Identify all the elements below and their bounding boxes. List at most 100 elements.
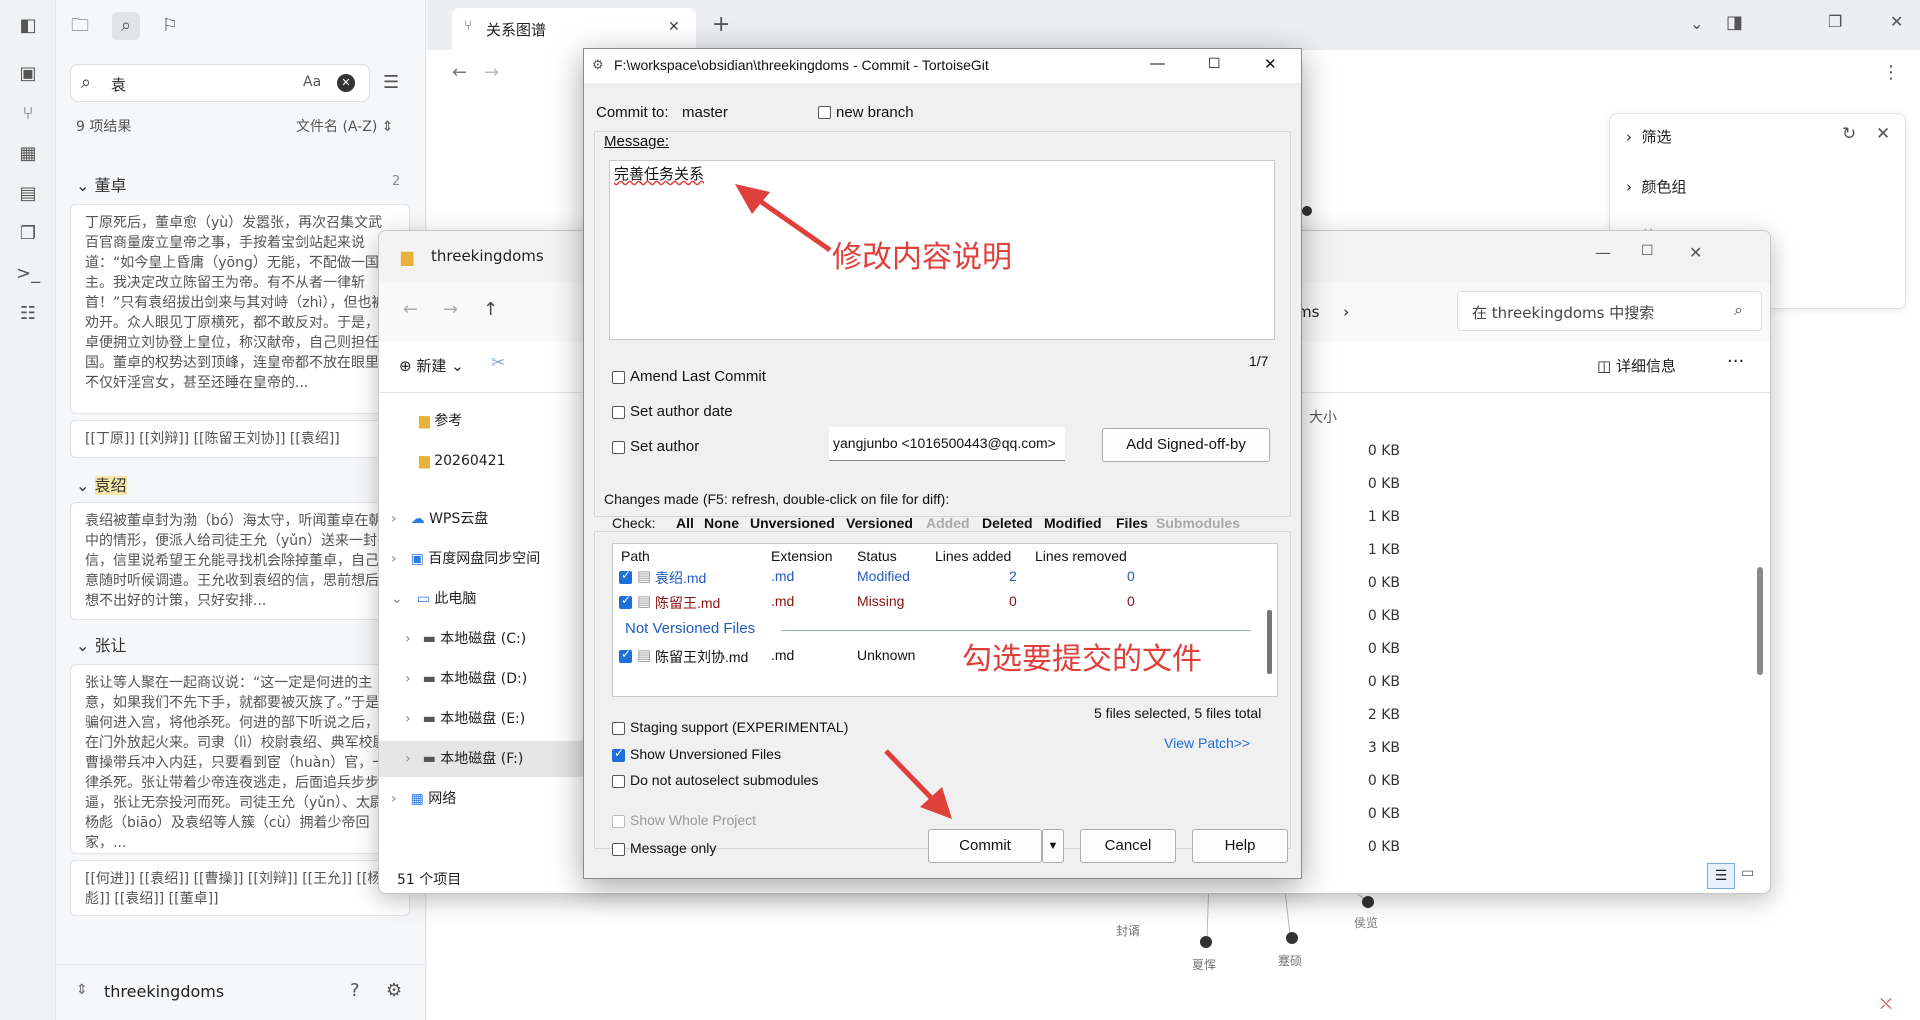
check-all[interactable]: All (676, 515, 694, 531)
nav-item-date-folder[interactable]: ▆ 20260421 (379, 443, 584, 479)
search-settings-icon[interactable]: ☰ (383, 72, 399, 93)
close-panel-icon[interactable]: ✕ (1876, 124, 1890, 144)
new-button[interactable]: ⊕ 新建 ⌄ (399, 355, 464, 376)
more-icon[interactable]: ··· (1727, 351, 1744, 372)
sort-dropdown[interactable]: 文件名 (A-Z) ⇕ (296, 116, 393, 136)
clear-search-icon[interactable]: ✕ (337, 74, 355, 92)
amend-checkbox[interactable] (612, 371, 625, 384)
close-icon[interactable]: ✕ (1264, 55, 1277, 73)
graph-icon[interactable]: ⑂ (16, 102, 40, 126)
result-group-zhangrang[interactable]: ⌄ 张让 (76, 632, 127, 656)
breadcrumb[interactable]: ms › (1297, 303, 1349, 321)
check-unversioned[interactable]: Unversioned (750, 515, 835, 531)
tab-graph[interactable]: ⑂ 关系图谱 ✕ (452, 8, 696, 50)
column-header-lines-removed[interactable]: Lines removed (1035, 548, 1127, 564)
check-none[interactable]: None (704, 515, 739, 531)
forward-icon[interactable]: → (443, 299, 458, 320)
file-path[interactable]: 袁绍.md (655, 568, 706, 588)
file-checkbox[interactable] (619, 593, 632, 609)
search-snippet[interactable]: 张让等人聚在一起商议说：“这一定是何进的主意，如果我们不先下手，就都要被灭族了。… (70, 664, 410, 854)
search-links-snippet[interactable]: [[丁原]] [[刘辩]] [[陈留王刘协]] [[袁绍]] (70, 420, 410, 458)
vault-switch-icon[interactable]: ⇕ (76, 982, 88, 998)
graph-node[interactable] (1362, 896, 1374, 908)
check-modified[interactable]: Modified (1044, 515, 1102, 531)
details-view-icon[interactable]: ☰ (1707, 863, 1735, 889)
nav-item-wps-cloud[interactable]: › ☁ WPS云盘 (379, 501, 584, 537)
open-note-icon[interactable]: ▣ (16, 62, 40, 86)
calendar-icon[interactable]: ▤ (16, 182, 40, 206)
more-options-icon[interactable]: ⋮ (1882, 62, 1900, 83)
file-path[interactable]: 陈留王刘协.md (655, 647, 748, 667)
result-group-dongzhuo[interactable]: ⌄ 董卓 (76, 172, 127, 196)
check-deleted[interactable]: Deleted (982, 515, 1033, 531)
up-icon[interactable]: ↑ (483, 299, 498, 320)
bookmark-icon[interactable]: ⚐ (156, 12, 184, 40)
right-sidebar-icon[interactable]: ◨ (1726, 12, 1743, 33)
copy-icon[interactable]: ❐ (16, 222, 40, 246)
commit-button[interactable]: Commit (928, 829, 1042, 863)
close-tab-icon[interactable]: ✕ (668, 19, 680, 35)
vault-name[interactable]: threekingdoms (104, 982, 224, 1001)
file-path[interactable]: 陈留王.md (655, 593, 720, 613)
match-case-toggle[interactable]: Aa (303, 74, 321, 90)
search-icon[interactable]: ⌕ (112, 12, 140, 40)
nav-item-drive-f[interactable]: › ▬ 本地磁盘 (F:) (379, 741, 584, 777)
reset-icon[interactable]: ↻ (1842, 124, 1856, 144)
minimize-icon[interactable]: — (1595, 243, 1611, 262)
scrollbar[interactable] (1757, 567, 1763, 675)
search-input[interactable]: ⌕ 袁 Aa ✕ (70, 64, 370, 102)
back-icon[interactable]: ← (452, 62, 467, 83)
details-pane-button[interactable]: ◫ 详细信息 (1597, 355, 1676, 376)
maximize-icon[interactable]: ☐ (1641, 243, 1654, 259)
graph-node[interactable] (1200, 936, 1212, 948)
search-links-snippet[interactable]: [[何进]] [[袁绍]] [[曹操]] [[刘辩]] [[王允]] [[杨彪]… (70, 860, 410, 916)
nav-item-network[interactable]: › ▦ 网络 (379, 781, 584, 817)
help-icon[interactable]: ? (350, 980, 360, 1001)
result-group-yuanshao[interactable]: ⌄ 袁绍 (76, 472, 127, 496)
graph-node[interactable] (1302, 206, 1312, 216)
column-header-status[interactable]: Status (857, 548, 897, 564)
back-icon[interactable]: ← (403, 299, 418, 320)
new-branch-checkbox[interactable] (818, 106, 831, 119)
author-field[interactable]: yangjunbo <1016500443@qq.com> (829, 427, 1065, 461)
check-files[interactable]: Files (1116, 515, 1148, 531)
author-date-checkbox[interactable] (612, 406, 625, 419)
file-checkbox[interactable] (619, 647, 632, 663)
column-header-size[interactable]: 大小 (1309, 407, 1337, 427)
nav-item-drive-c[interactable]: › ▬ 本地磁盘 (C:) (379, 621, 584, 657)
check-versioned[interactable]: Versioned (846, 515, 913, 531)
tiles-view-icon[interactable]: ▭ (1741, 865, 1754, 881)
staging-checkbox[interactable] (612, 722, 625, 735)
close-window-icon[interactable]: ✕ (1890, 12, 1903, 31)
search-snippet[interactable]: 袁绍被董卓封为渤（bó）海太守，听闻董卓在朝中的情形，便派人给司徒王允（yǔn）… (70, 502, 410, 620)
commit-dropdown-icon[interactable]: ▼ (1042, 829, 1064, 863)
nav-item-baidu-sync[interactable]: › ▣ 百度网盘同步空间 (379, 541, 584, 577)
sidebar-toggle-icon[interactable]: ◧ (16, 14, 40, 38)
list-icon[interactable]: ☷ (16, 302, 40, 326)
nav-item-drive-e[interactable]: › ▬ 本地磁盘 (E:) (379, 701, 584, 737)
color-groups-section[interactable]: › 颜色组 (1626, 176, 1687, 197)
maximize-icon[interactable]: ☐ (1208, 55, 1221, 72)
no-autoselect-checkbox[interactable] (612, 775, 625, 788)
view-patch-link[interactable]: View Patch>> (1164, 735, 1250, 751)
nav-item-drive-d[interactable]: › ▬ 本地磁盘 (D:) (379, 661, 584, 697)
cancel-button[interactable]: Cancel (1080, 829, 1176, 863)
nav-item-reference[interactable]: ▆ 参考 (379, 403, 584, 439)
column-header-extension[interactable]: Extension (771, 548, 832, 564)
explorer-search-input[interactable]: 在 threekingdoms 中搜索 ⌕ (1457, 291, 1762, 331)
file-checkbox[interactable] (619, 568, 632, 584)
folder-icon[interactable]: 🗀 (66, 12, 94, 40)
tab-list-icon[interactable]: ⌄ (1690, 14, 1703, 33)
close-icon[interactable]: ✕ (1689, 243, 1702, 262)
message-only-checkbox[interactable] (612, 843, 625, 856)
sync-status-icon[interactable]: ⛌ (1880, 994, 1892, 1014)
list-scrollbar[interactable] (1267, 610, 1272, 674)
minimize-icon[interactable]: — (1150, 55, 1165, 72)
filter-section[interactable]: › 筛选 (1626, 126, 1672, 147)
settings-icon[interactable]: ⚙ (386, 980, 402, 1001)
graph-node[interactable] (1286, 932, 1298, 944)
column-header-lines-added[interactable]: Lines added (935, 548, 1011, 564)
nav-item-this-pc[interactable]: ⌄ ▭ 此电脑 (379, 581, 584, 617)
show-unversioned-checkbox[interactable] (612, 746, 625, 762)
search-snippet[interactable]: 丁原死后，董卓愈（yù）发嚣张，再次召集文武百官商量废立皇帝之事，手按着宝剑站起… (70, 204, 410, 414)
